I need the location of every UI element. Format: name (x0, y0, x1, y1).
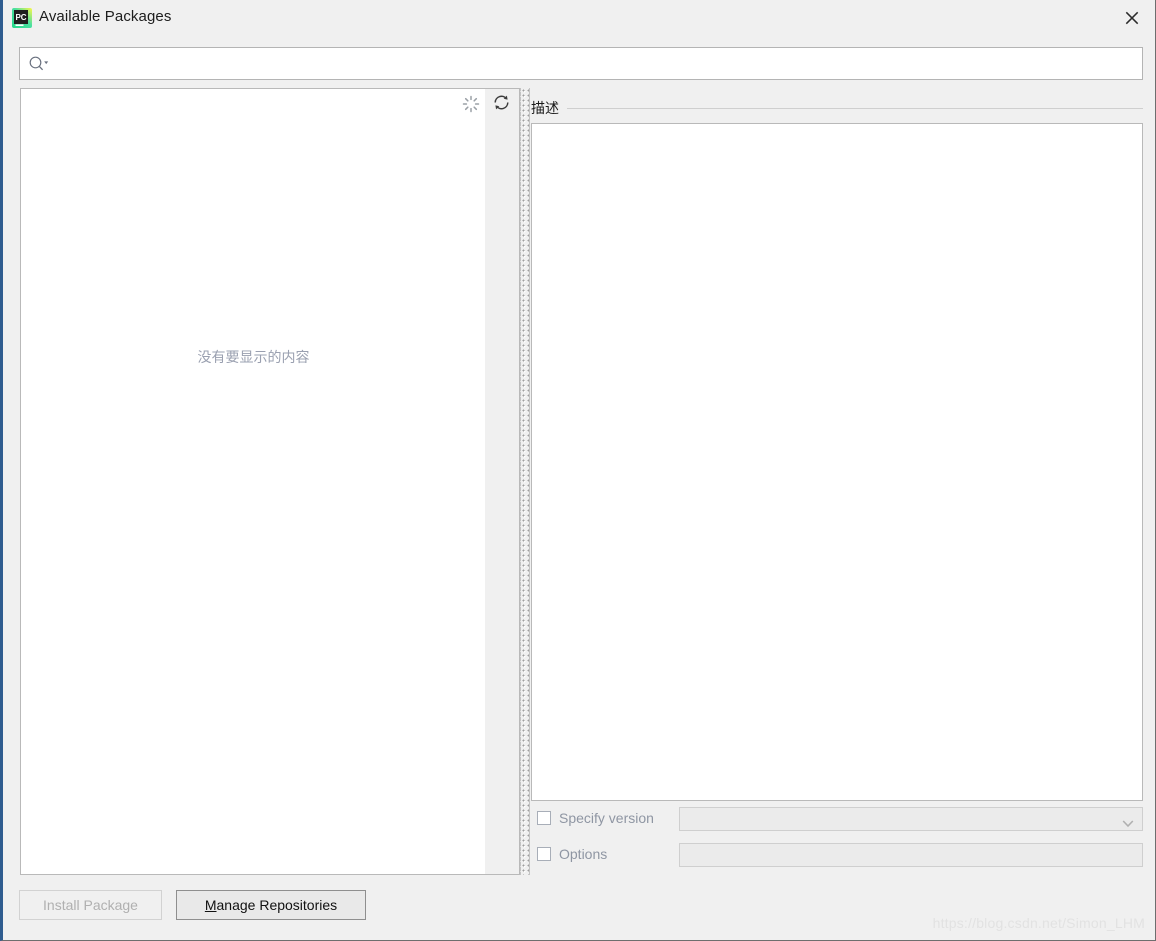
splitter-handle-dots-icon (520, 88, 530, 875)
search-field[interactable] (19, 47, 1143, 80)
watermark: https://blog.csdn.net/Simon_LHM (932, 915, 1145, 931)
refresh-button[interactable] (487, 91, 515, 117)
package-list-toolbar (453, 89, 519, 119)
search-icon[interactable] (28, 55, 50, 73)
close-icon (1125, 11, 1139, 25)
install-package-button[interactable]: Install Package (19, 890, 162, 920)
install-options: Specify version Options (531, 806, 1143, 875)
description-body (531, 123, 1143, 801)
panel-splitter[interactable] (520, 88, 530, 875)
empty-list-message: 没有要显示的内容 (197, 349, 310, 365)
specify-version-label: Specify version (559, 810, 654, 826)
search-input[interactable] (54, 49, 1138, 80)
options-input[interactable] (679, 843, 1143, 867)
options-row: Options (531, 842, 1143, 867)
package-list[interactable]: 没有要显示的内容 (21, 89, 486, 874)
title-bar: PC Available Packages (3, 0, 1155, 37)
chevron-down-icon (1122, 815, 1134, 831)
specify-version-row: Specify version (531, 806, 1143, 831)
install-package-label: Install Package (43, 897, 138, 913)
description-header: 描述 (531, 98, 1143, 118)
svg-text:PC: PC (15, 13, 26, 22)
header-separator (567, 107, 1143, 109)
refresh-icon (492, 93, 511, 115)
search-row (19, 47, 1143, 80)
page-title: Available Packages (39, 8, 172, 25)
close-button[interactable] (1109, 0, 1155, 36)
options-label: Options (559, 846, 608, 862)
description-panel: 描述 Specify version Options (531, 88, 1143, 875)
pycharm-icon: PC (11, 7, 33, 29)
version-select[interactable] (679, 807, 1143, 831)
options-checkbox[interactable] (537, 847, 551, 861)
manage-repositories-button[interactable]: Manage Repositories (176, 890, 366, 920)
available-packages-dialog: PC Available Packages 没有要显示的内容 描述 Specif… (0, 0, 1156, 941)
loading-spinner-icon (457, 91, 485, 117)
manage-repositories-label: anage Repositories (216, 897, 338, 913)
description-title: 描述 (531, 100, 559, 116)
package-list-panel: 没有要显示的内容 (20, 88, 520, 875)
specify-version-checkbox[interactable] (537, 811, 551, 825)
manage-repositories-mnemonic: M (204, 897, 217, 913)
package-list-scrollbar[interactable] (484, 89, 519, 874)
